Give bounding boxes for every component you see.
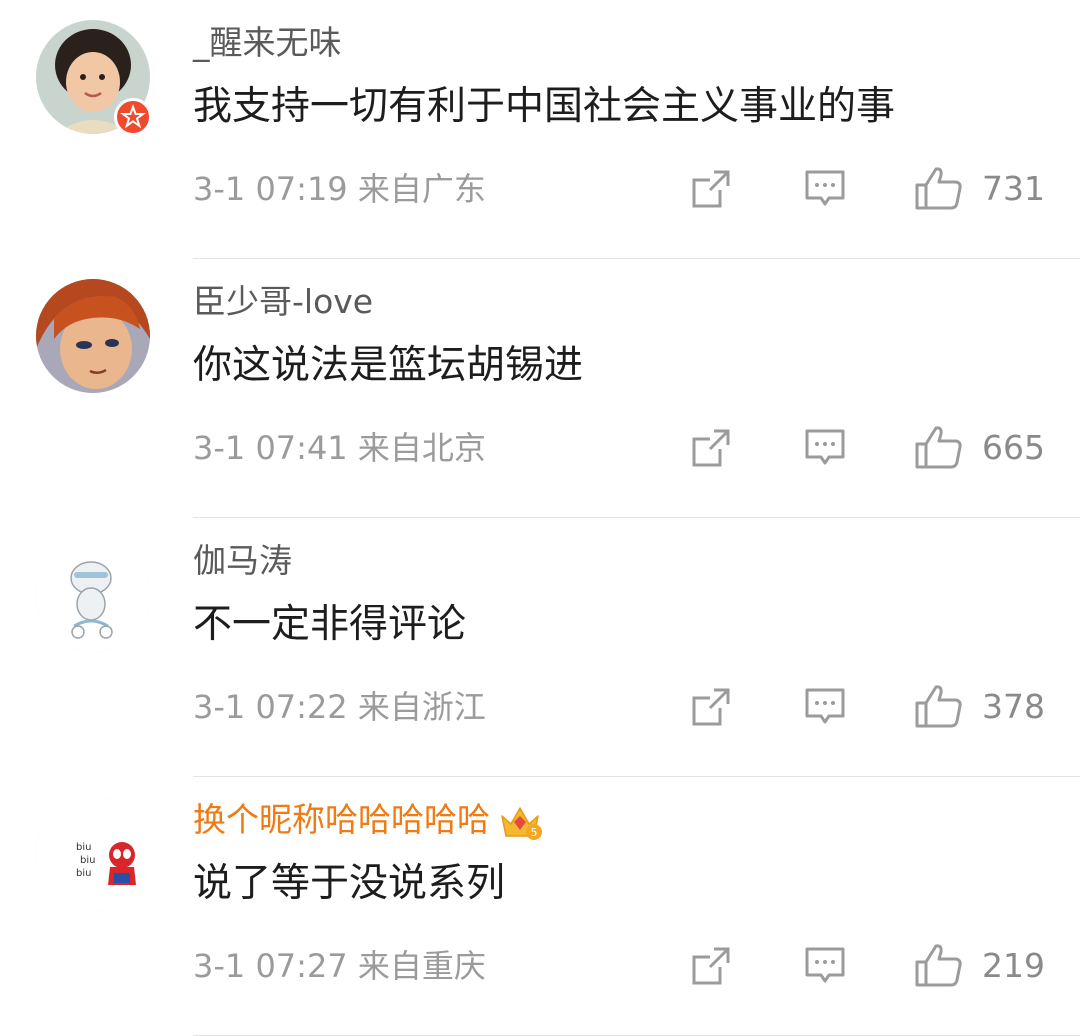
comment-text: 我支持一切有利于中国社会主义事业的事	[193, 84, 896, 129]
thumbs-up-icon[interactable]	[914, 683, 964, 729]
avatar[interactable]	[36, 538, 150, 652]
vip-level: 5	[531, 826, 538, 839]
like-count: 378	[982, 687, 1045, 726]
username[interactable]: 伽马涛	[193, 539, 292, 583]
comment-location: 来自广东	[357, 170, 486, 208]
comment-text: 你这说法是篮坛胡锡进	[193, 343, 584, 388]
comment-item: 伽马涛 不一定非得评论 3-1 07:22 来自浙江 378	[0, 518, 1080, 777]
comment-meta: 3-1 07:27 来自重庆	[193, 944, 486, 988]
username-text: 换个昵称哈哈哈哈哈	[193, 800, 490, 839]
avatar[interactable]	[36, 279, 150, 393]
username[interactable]: _醒来无味	[193, 21, 342, 65]
comment-time: 3-1 07:22	[193, 688, 348, 726]
username[interactable]: 臣少哥-love	[193, 280, 373, 324]
comment-icon[interactable]	[804, 686, 846, 728]
like-count: 665	[982, 428, 1045, 467]
share-icon[interactable]	[690, 945, 732, 987]
comment-time: 3-1 07:19	[193, 170, 348, 208]
comment-list: _醒来无味 我支持一切有利于中国社会主义事业的事 3-1 07:19 来自广东 …	[0, 0, 1080, 1036]
like-count: 731	[982, 169, 1045, 208]
comment-location: 来自重庆	[357, 947, 486, 985]
comment-text: 不一定非得评论	[193, 602, 467, 647]
avatar[interactable]: biu biu biu	[36, 797, 150, 911]
comment-item: _醒来无味 我支持一切有利于中国社会主义事业的事 3-1 07:19 来自广东 …	[0, 0, 1080, 259]
verified-badge-icon	[114, 98, 152, 136]
thumbs-up-icon[interactable]	[914, 424, 964, 470]
comment-icon[interactable]	[804, 945, 846, 987]
thumbs-up-icon[interactable]	[914, 942, 964, 988]
svg-text:biu: biu	[76, 842, 91, 853]
comment-location: 来自北京	[357, 429, 486, 467]
share-icon[interactable]	[690, 686, 732, 728]
svg-text:biu: biu	[76, 868, 91, 879]
comment-meta: 3-1 07:19 来自广东	[193, 167, 486, 211]
share-icon[interactable]	[690, 168, 732, 210]
comment-icon[interactable]	[804, 168, 846, 210]
comment-item: biu biu biu 换个昵称哈哈哈哈哈 5 说了等于没说系列 3-1 07:2…	[0, 777, 1080, 1036]
comment-item: 臣少哥-love 你这说法是篮坛胡锡进 3-1 07:41 来自北京 665	[0, 259, 1080, 518]
comment-meta: 3-1 07:41 来自北京	[193, 426, 486, 470]
comment-time: 3-1 07:27	[193, 947, 348, 985]
like-count: 219	[982, 946, 1045, 985]
comment-icon[interactable]	[804, 427, 846, 469]
svg-text:biu: biu	[80, 855, 95, 866]
comment-meta: 3-1 07:22 来自浙江	[193, 685, 486, 729]
thumbs-up-icon[interactable]	[914, 165, 964, 211]
username[interactable]: 换个昵称哈哈哈哈哈 5	[193, 798, 542, 842]
share-icon[interactable]	[690, 427, 732, 469]
vip-crown-icon: 5	[501, 806, 542, 840]
comment-time: 3-1 07:41	[193, 429, 348, 467]
comment-text: 说了等于没说系列	[193, 861, 506, 906]
comment-location: 来自浙江	[357, 688, 486, 726]
